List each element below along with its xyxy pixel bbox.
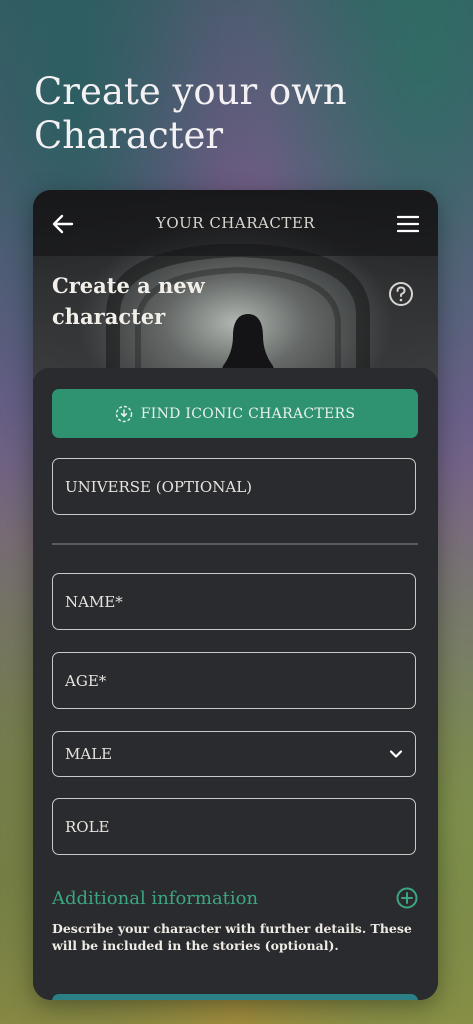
- download-circle-icon: [115, 405, 132, 422]
- age-input[interactable]: AGE*: [52, 652, 416, 709]
- find-iconic-characters-button[interactable]: FIND ICONIC CHARACTERS: [52, 389, 418, 438]
- top-bar-title: YOUR CHARACTER: [155, 214, 316, 232]
- top-bar: YOUR CHARACTER: [33, 190, 438, 256]
- gender-selected-value: MALE: [65, 745, 113, 763]
- character-card: YOUR CHARACTER Create a new character FI…: [33, 190, 438, 1000]
- character-form: FIND ICONIC CHARACTERS UNIVERSE (OPTIONA…: [33, 368, 438, 1000]
- find-iconic-characters-label: FIND ICONIC CHARACTERS: [140, 405, 356, 422]
- role-placeholder: ROLE: [65, 817, 110, 836]
- additional-information-label: Additional information: [52, 887, 259, 909]
- additional-information-description: Describe your character with further det…: [52, 921, 412, 953]
- gender-select[interactable]: MALE: [52, 731, 416, 777]
- plus-circle-icon[interactable]: [396, 887, 418, 909]
- role-input[interactable]: ROLE: [52, 798, 416, 855]
- section-heading: Create a new character: [52, 273, 205, 329]
- submit-button[interactable]: [52, 994, 418, 1000]
- divider: [52, 543, 418, 545]
- age-placeholder: AGE*: [65, 671, 107, 690]
- hamburger-menu-icon[interactable]: [397, 215, 419, 233]
- additional-information-toggle[interactable]: Additional information: [52, 885, 418, 911]
- universe-input[interactable]: UNIVERSE (OPTIONAL): [52, 458, 416, 515]
- hero-title: Create your own Character: [34, 70, 347, 157]
- card-header: YOUR CHARACTER Create a new character: [33, 190, 438, 380]
- help-icon[interactable]: [388, 281, 414, 307]
- name-input[interactable]: NAME*: [52, 573, 416, 630]
- chevron-down-icon: [389, 750, 403, 758]
- universe-placeholder: UNIVERSE (OPTIONAL): [65, 477, 253, 496]
- name-placeholder: NAME*: [65, 592, 123, 611]
